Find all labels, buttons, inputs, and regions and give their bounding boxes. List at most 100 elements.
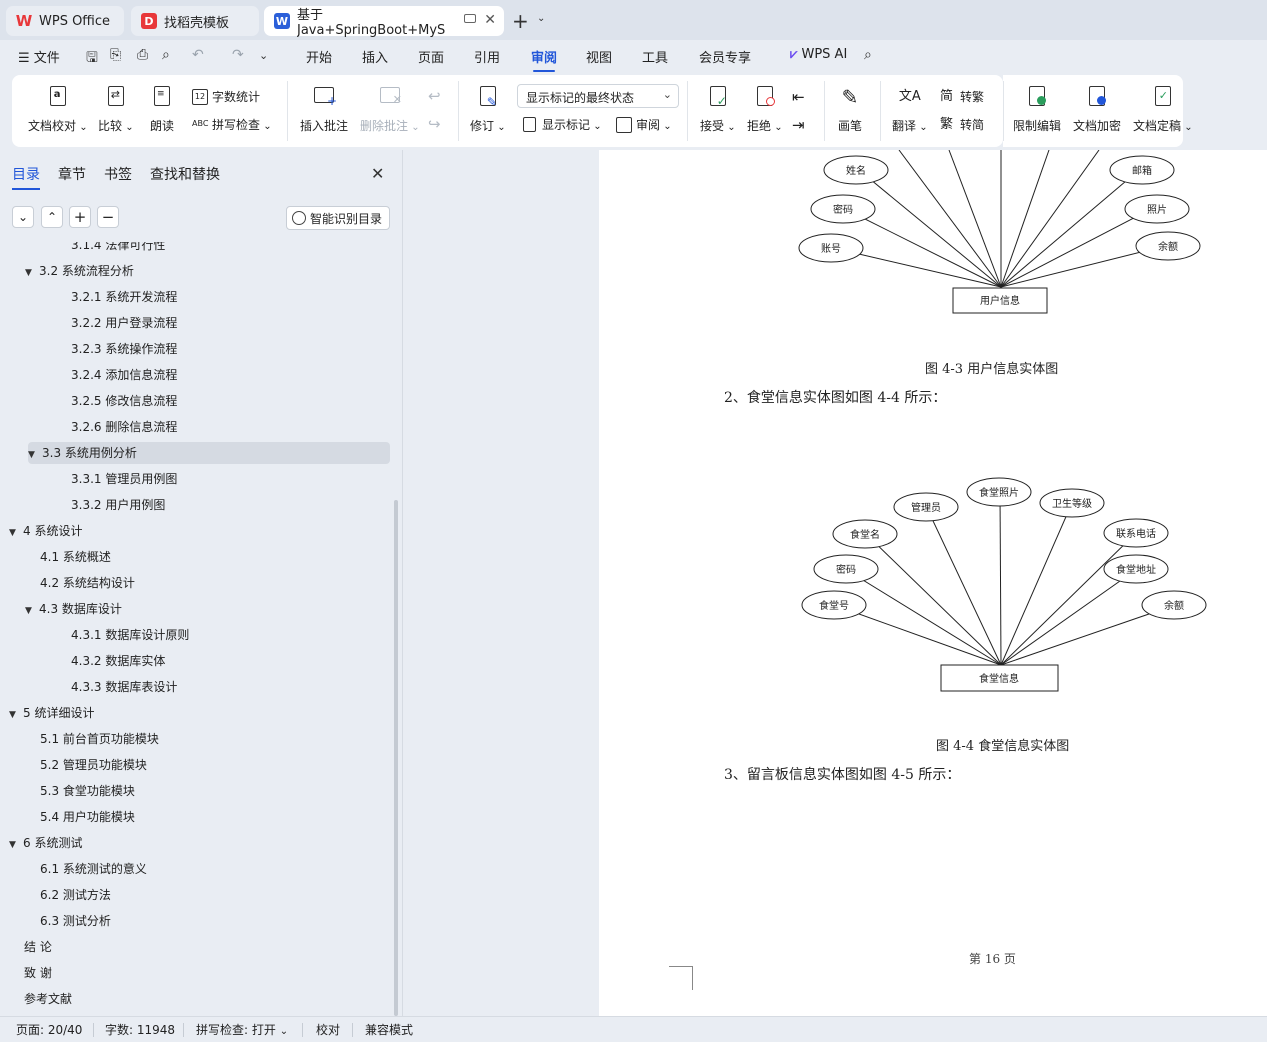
page-indicator[interactable]: 页面: 20/40 bbox=[16, 1021, 82, 1038]
toc-item[interactable]: 3.2.6 删除信息流程 bbox=[0, 416, 177, 438]
accept-button[interactable]: ✓ 接受 bbox=[700, 85, 736, 134]
toc-item[interactable]: 4.2 系统结构设计 bbox=[0, 572, 135, 594]
toc-item[interactable]: 3.1.4 法律可行性 bbox=[0, 242, 165, 256]
toc-item[interactable]: 结 论 bbox=[0, 936, 52, 958]
spell-check-status[interactable]: 拼写检查: 打开 ⌄ bbox=[196, 1021, 288, 1038]
expand-triangle-icon[interactable]: ▼ bbox=[25, 600, 39, 622]
smart-toc-button[interactable]: 智能识别目录 bbox=[286, 206, 390, 230]
expand-triangle-icon[interactable]: ▼ bbox=[28, 444, 42, 466]
promote-level-button[interactable]: + bbox=[69, 206, 91, 228]
wps-ai-button[interactable]: ⩗ WPS AI bbox=[790, 47, 847, 62]
restrict-edit-button[interactable]: 限制编辑 bbox=[1013, 85, 1061, 134]
toc-item[interactable]: 3.3.1 管理员用例图 bbox=[0, 468, 177, 490]
word-count-button[interactable]: 12 字数统计 bbox=[192, 88, 260, 105]
menu-review[interactable]: 审阅 bbox=[531, 47, 557, 66]
expand-all-button[interactable]: ⌄ bbox=[12, 206, 34, 228]
toc-item[interactable]: 3.2.2 用户登录流程 bbox=[0, 312, 177, 334]
toc-item[interactable]: 4.1 系统概述 bbox=[0, 546, 111, 568]
doc-encrypt-button[interactable]: 文档加密 bbox=[1073, 85, 1121, 134]
toc-item[interactable]: 5.2 管理员功能模块 bbox=[0, 754, 147, 776]
quick-access-dropdown-icon[interactable]: ⌄ bbox=[259, 49, 268, 62]
compare-button[interactable]: ⇄ 比较 bbox=[98, 85, 134, 134]
redo-icon[interactable]: ↷ bbox=[232, 47, 244, 63]
show-markup-button[interactable]: 显示标记 bbox=[522, 116, 602, 133]
print-icon[interactable]: ⎙ bbox=[137, 47, 148, 63]
search-icon[interactable]: ⌕ bbox=[864, 47, 872, 63]
nav-tab-toc[interactable]: 目录 bbox=[12, 164, 40, 184]
toc-item[interactable]: 4.3.2 数据库实体 bbox=[0, 650, 165, 672]
tab-docer-templates[interactable]: D 找稻壳模板 bbox=[131, 6, 259, 36]
doc-finalize-button[interactable]: ✓ 文档定稿 bbox=[1133, 85, 1193, 134]
previous-comment-icon[interactable]: ↩ bbox=[428, 87, 441, 105]
nav-tab-bookmarks[interactable]: 书签 bbox=[104, 164, 132, 184]
toc-item[interactable]: ▼3.2 系统流程分析 bbox=[0, 260, 134, 282]
print-preview-icon[interactable]: ⌕ bbox=[162, 47, 170, 63]
toc-item[interactable]: ▼5 统详细设计 bbox=[0, 702, 94, 724]
toc-item[interactable]: 3.2.5 修改信息流程 bbox=[0, 390, 177, 412]
toc-item[interactable]: 3.2.1 系统开发流程 bbox=[0, 286, 177, 308]
chevron-down-icon[interactable]: ⌄ bbox=[537, 13, 545, 24]
delete-comment-button[interactable]: ✕ 删除批注 bbox=[360, 85, 420, 134]
toc-item[interactable]: 参考文献 bbox=[0, 988, 72, 1010]
menu-view[interactable]: 视图 bbox=[586, 47, 612, 66]
toc-item[interactable]: 6.2 测试方法 bbox=[0, 884, 111, 906]
new-tab-icon[interactable]: + bbox=[512, 9, 529, 33]
expand-triangle-icon[interactable]: ▼ bbox=[25, 262, 39, 284]
pen-button[interactable]: ✎ 画笔 bbox=[838, 85, 862, 134]
reject-button[interactable]: 拒绝 bbox=[747, 85, 783, 134]
toc-item[interactable]: 3.3.2 用户用例图 bbox=[0, 494, 165, 516]
menu-home[interactable]: 开始 bbox=[306, 47, 332, 66]
toc-item[interactable]: 6.1 系统测试的意义 bbox=[0, 858, 147, 880]
document-page[interactable]: 姓名 密码 账号 邮箱 照片 余额 用户信息 图 4-3 用户信息实体图 2、食… bbox=[599, 150, 1267, 1016]
close-pane-icon[interactable]: ✕ bbox=[371, 164, 384, 183]
file-menu[interactable]: ☰ 文件 bbox=[18, 47, 60, 66]
nav-scrollbar[interactable] bbox=[394, 500, 398, 1016]
toc-item[interactable]: 6.3 测试分析 bbox=[0, 910, 111, 932]
toc-item[interactable]: ▼4.3 数据库设计 bbox=[0, 598, 122, 620]
toc-item[interactable]: 4.3.3 数据库表设计 bbox=[0, 676, 177, 698]
demote-level-button[interactable]: − bbox=[97, 206, 119, 228]
to-traditional-button[interactable]: 简 转繁 bbox=[940, 88, 984, 105]
toc-item[interactable]: 3.2.3 系统操作流程 bbox=[0, 338, 177, 360]
markup-state-select[interactable]: 显示标记的最终状态 ⌄ bbox=[517, 84, 679, 108]
translate-button[interactable]: 文A 翻译 bbox=[892, 85, 928, 134]
toc-item[interactable]: 5.4 用户功能模块 bbox=[0, 806, 135, 828]
next-comment-icon[interactable]: ↪ bbox=[428, 115, 441, 133]
tab-current-document[interactable]: W 基于Java+SpringBoot+MyS ✕ bbox=[264, 6, 504, 36]
expand-triangle-icon[interactable]: ▼ bbox=[9, 522, 23, 544]
to-simplified-button[interactable]: 繁 转简 bbox=[940, 116, 984, 133]
menu-membership[interactable]: 会员专享 bbox=[699, 47, 751, 66]
expand-triangle-icon[interactable]: ▼ bbox=[9, 704, 23, 726]
collapse-all-button[interactable]: ⌃ bbox=[41, 206, 63, 228]
doc-proof-button[interactable]: a 文档校对 bbox=[28, 85, 88, 134]
nav-tab-sections[interactable]: 章节 bbox=[58, 164, 86, 184]
expand-triangle-icon[interactable]: ▼ bbox=[9, 834, 23, 856]
menu-references[interactable]: 引用 bbox=[474, 47, 500, 66]
undo-icon[interactable]: ↶ bbox=[192, 47, 204, 63]
nav-tab-find-replace[interactable]: 查找和替换 bbox=[150, 164, 220, 184]
review-pane-button[interactable]: 审阅 bbox=[616, 116, 672, 133]
next-change-icon[interactable]: ⇥ bbox=[792, 116, 805, 134]
track-changes-button[interactable]: ✎ 修订 bbox=[470, 85, 506, 134]
menu-insert[interactable]: 插入 bbox=[362, 47, 388, 66]
tab-wps-office[interactable]: W WPS Office bbox=[6, 6, 124, 36]
word-count-indicator[interactable]: 字数: 11948 bbox=[105, 1021, 175, 1038]
previous-change-icon[interactable]: ⇤ bbox=[792, 88, 805, 106]
export-icon[interactable]: ⎘ bbox=[110, 47, 121, 63]
toc-item[interactable]: 5.3 食堂功能模块 bbox=[0, 780, 135, 802]
toc-item[interactable]: 5.1 前台首页功能模块 bbox=[0, 728, 159, 750]
screen-icon[interactable] bbox=[464, 14, 476, 23]
toc-item[interactable]: 3.2.4 添加信息流程 bbox=[0, 364, 177, 386]
insert-comment-button[interactable]: + 插入批注 bbox=[300, 85, 348, 134]
toc-item[interactable]: ▼6 系统测试 bbox=[0, 832, 82, 854]
save-icon[interactable]: 🖫 bbox=[86, 47, 98, 71]
toc-item[interactable]: 致 谢 bbox=[0, 962, 52, 984]
menu-page[interactable]: 页面 bbox=[418, 47, 444, 66]
toc-item[interactable]: 4.3.1 数据库设计原则 bbox=[0, 624, 189, 646]
menu-tools[interactable]: 工具 bbox=[642, 47, 668, 66]
read-aloud-button[interactable]: ≡ 朗读 bbox=[150, 85, 174, 134]
toc-item[interactable]: ▼3.3 系统用例分析 bbox=[28, 442, 390, 464]
proof-status[interactable]: 校对 bbox=[316, 1021, 340, 1038]
toc-item[interactable]: ▼4 系统设计 bbox=[0, 520, 82, 542]
spell-check-button[interactable]: ABC 拼写检查 bbox=[192, 116, 272, 133]
